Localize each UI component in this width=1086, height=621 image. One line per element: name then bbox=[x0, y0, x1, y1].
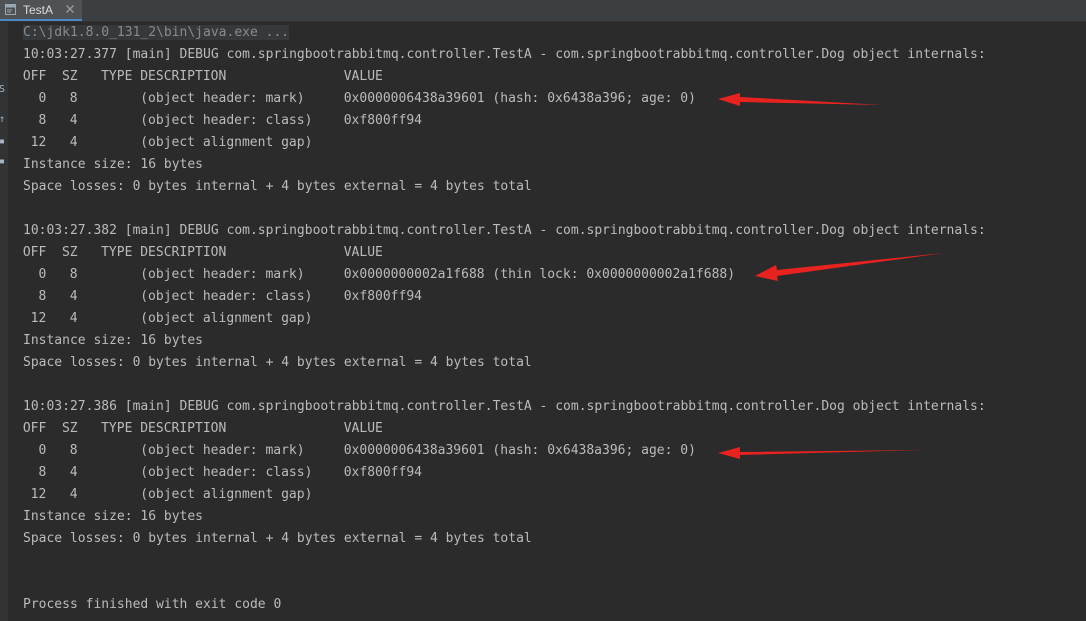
console-toolbar-gutter: S ↑ ▪ ▪ bbox=[0, 22, 8, 621]
close-icon[interactable] bbox=[65, 4, 75, 14]
table-row: 0 8 (object header: mark) 0x0000006438a3… bbox=[15, 443, 696, 458]
log-line: 10:03:27.382 [main] DEBUG com.springboot… bbox=[23, 223, 986, 238]
table-row: 0 8 (object header: mark) 0x0000006438a3… bbox=[15, 91, 696, 106]
run-tab-bar: TestA bbox=[0, 0, 1086, 22]
table-row: 12 4 (object alignment gap) bbox=[15, 311, 313, 326]
space-losses: Space losses: 0 bytes internal + 4 bytes… bbox=[23, 179, 532, 194]
table-header: OFF SZ TYPE DESCRIPTION VALUE bbox=[15, 245, 383, 260]
settings-icon[interactable]: ▪ bbox=[0, 156, 5, 167]
instance-size: Instance size: 16 bytes bbox=[23, 333, 204, 348]
tab-testa[interactable]: TestA bbox=[0, 0, 82, 21]
table-row: 8 4 (object header: class) 0xf800ff94 bbox=[15, 289, 422, 304]
space-losses: Space losses: 0 bytes internal + 4 bytes… bbox=[23, 531, 532, 546]
exit-message: Process finished with exit code 0 bbox=[23, 597, 282, 612]
scroll-up-icon[interactable]: ↑ bbox=[0, 114, 5, 125]
table-row: 12 4 (object alignment gap) bbox=[15, 487, 313, 502]
rerun-icon[interactable]: S bbox=[0, 84, 5, 95]
instance-size: Instance size: 16 bytes bbox=[23, 509, 204, 524]
console-window-icon bbox=[5, 4, 16, 15]
instance-size: Instance size: 16 bytes bbox=[23, 157, 204, 172]
table-row: 12 4 (object alignment gap) bbox=[15, 135, 313, 150]
table-row: 8 4 (object header: class) 0xf800ff94 bbox=[15, 465, 422, 480]
table-row: 8 4 (object header: class) 0xf800ff94 bbox=[15, 113, 422, 128]
table-header: OFF SZ TYPE DESCRIPTION VALUE bbox=[15, 421, 383, 436]
table-header: OFF SZ TYPE DESCRIPTION VALUE bbox=[15, 69, 383, 84]
stop-icon[interactable]: ▪ bbox=[0, 136, 5, 147]
command-line: C:\jdk1.8.0_131_2\bin\java.exe ... bbox=[23, 25, 290, 40]
table-row: 0 8 (object header: mark) 0x0000000002a1… bbox=[15, 267, 736, 282]
log-line: 10:03:27.386 [main] DEBUG com.springboot… bbox=[23, 399, 986, 414]
console-output[interactable]: C:\jdk1.8.0_131_2\bin\java.exe ... 10:03… bbox=[23, 22, 1086, 621]
log-line: 10:03:27.377 [main] DEBUG com.springboot… bbox=[23, 47, 986, 62]
tab-label: TestA bbox=[23, 3, 54, 17]
space-losses: Space losses: 0 bytes internal + 4 bytes… bbox=[23, 355, 532, 370]
